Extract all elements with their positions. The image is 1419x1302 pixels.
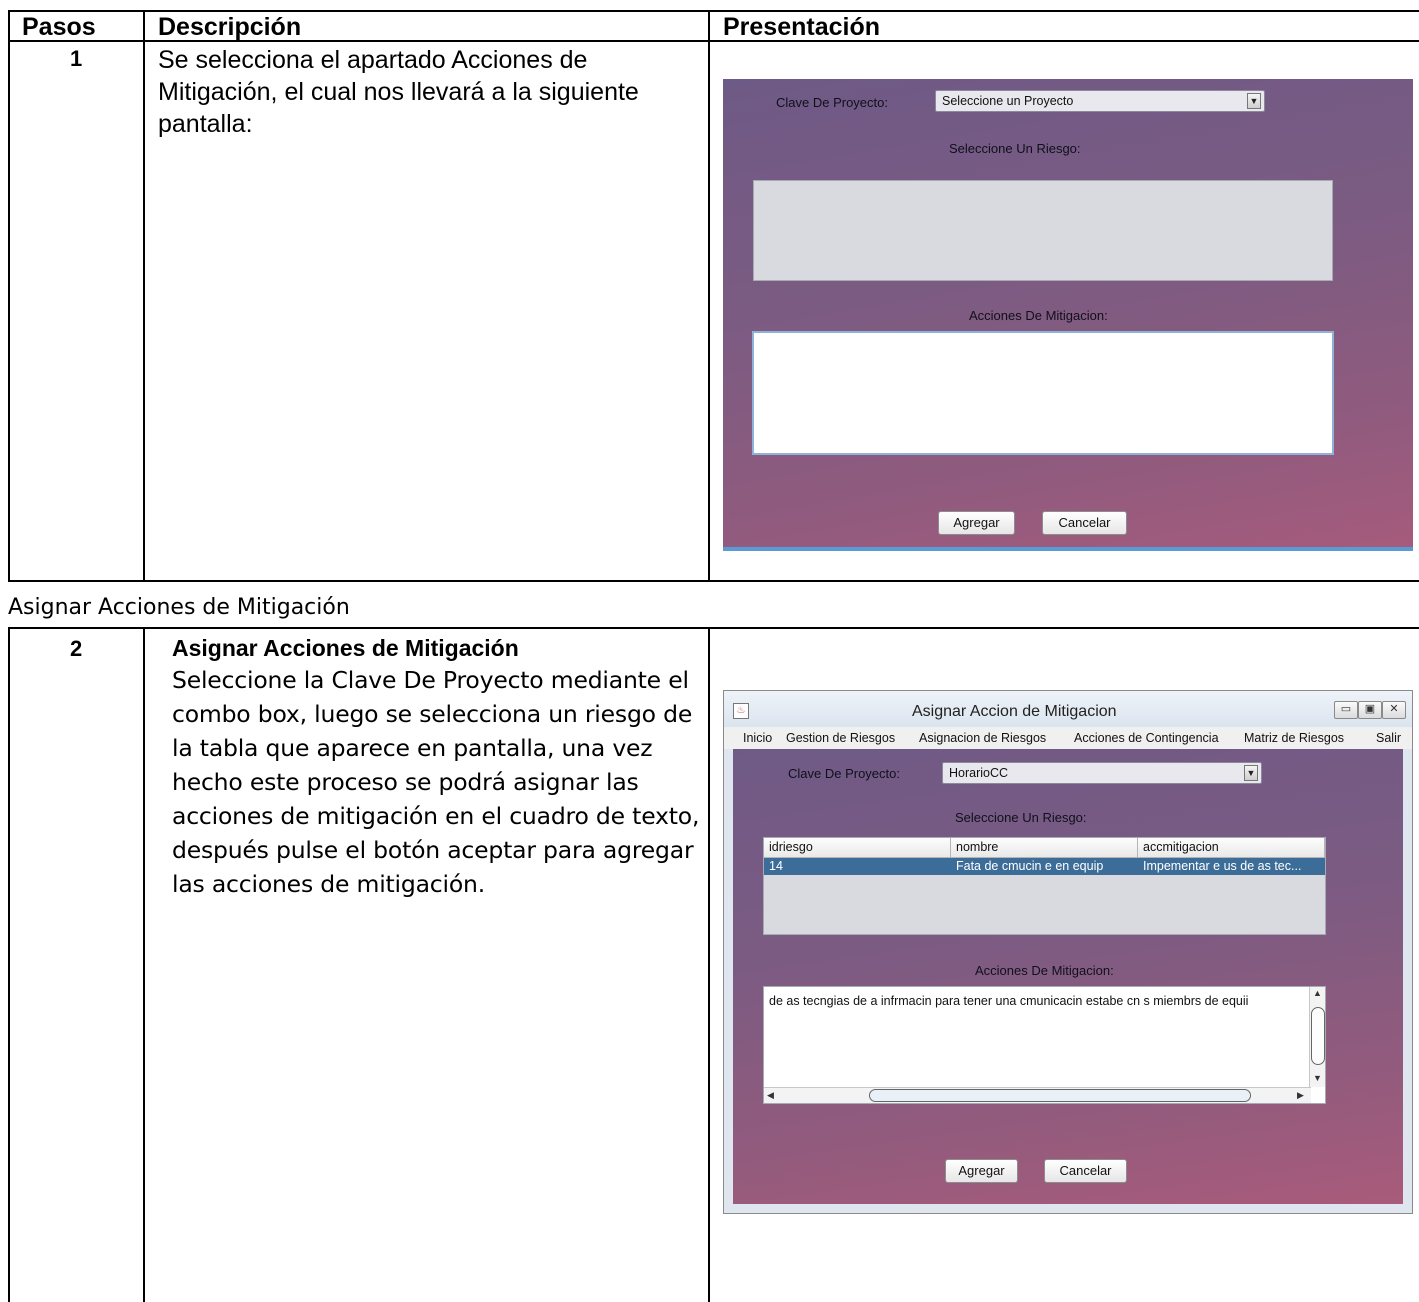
description-line: hecho este proceso se podrá asignar las — [172, 768, 639, 796]
description-line: Mitigación, el cual nos llevará a la sig… — [158, 78, 639, 106]
menu-bar: Inicio Gestion de Riesgos Asignacion de … — [724, 727, 1412, 749]
clave-proyecto-label: Clave De Proyecto: — [788, 766, 900, 781]
description-line: la tabla que aparece en pantalla, una ve… — [172, 734, 653, 762]
asignar-accion-window: ♨ Asignar Accion de Mitigacion ▭ ▣ ✕ Ini… — [723, 690, 1413, 1214]
window-content: Clave De Proyecto: HorarioCC ▼ Seleccion… — [733, 749, 1403, 1204]
header-pasos: Pasos — [22, 13, 96, 41]
table-row[interactable]: 14 Fata de cmucin e en equip Impementar … — [764, 858, 1325, 875]
selection-border — [723, 547, 1413, 551]
description-line: Seleccione la Clave De Proyecto mediante… — [172, 666, 689, 694]
textarea-text: de as tecngias de a infrmacin para tener… — [769, 994, 1249, 1008]
riesgos-table[interactable]: idriesgo nombre accmitigacion 14 Fata de… — [763, 837, 1326, 935]
table-left-border — [8, 10, 10, 582]
screenshot-acciones-mitigacion-empty: Clave De Proyecto: Seleccione un Proyect… — [723, 79, 1413, 551]
acciones-mitigacion-label: Acciones De Mitigacion: — [975, 963, 1114, 978]
column-header-idriesgo[interactable]: idriesgo — [764, 838, 951, 858]
seleccione-riesgo-label: Seleccione Un Riesgo: — [955, 810, 1087, 825]
window-titlebar[interactable]: ♨ Asignar Accion de Mitigacion ▭ ▣ ✕ — [724, 691, 1412, 727]
menu-salir[interactable]: Salir — [1376, 731, 1401, 745]
menu-acciones-contingencia[interactable]: Acciones de Contingencia — [1074, 731, 1219, 745]
description-line: las acciones de mitigación. — [172, 870, 485, 898]
vertical-scroll-thumb[interactable] — [1311, 1007, 1325, 1065]
combo-value: Seleccione un Proyecto — [942, 94, 1074, 108]
agregar-button[interactable]: Agregar — [945, 1159, 1018, 1183]
cell-nombre: Fata de cmucin e en equip — [956, 859, 1104, 873]
java-app-icon: ♨ — [733, 703, 749, 719]
minimize-icon[interactable]: ▭ — [1334, 701, 1358, 719]
close-icon[interactable]: ✕ — [1382, 701, 1406, 719]
menu-asignacion-riesgos[interactable]: Asignacion de Riesgos — [919, 731, 1046, 745]
proyecto-combo[interactable]: HorarioCC ▼ — [942, 762, 1262, 784]
seleccione-riesgo-label: Seleccione Un Riesgo: — [949, 141, 1081, 156]
horizontal-scroll-thumb[interactable] — [869, 1089, 1251, 1102]
proyecto-combo[interactable]: Seleccione un Proyecto ▼ — [935, 90, 1265, 112]
scroll-right-arrow-icon[interactable]: ▶ — [1297, 1090, 1304, 1101]
step-number: 1 — [70, 46, 83, 71]
scroll-up-arrow-icon[interactable]: ▲ — [1313, 988, 1322, 998]
acciones-textarea[interactable]: de as tecngias de a infrmacin para tener… — [763, 986, 1326, 1104]
header-presentacion: Presentación — [723, 13, 881, 41]
section-title: Asignar Acciones de Mitigación — [8, 595, 350, 620]
horizontal-scrollbar[interactable]: ◀ ▶ — [764, 1087, 1311, 1103]
window-title: Asignar Accion de Mitigacion — [912, 703, 1117, 720]
step-number: 2 — [70, 636, 83, 661]
description-line: pantalla: — [158, 110, 253, 138]
cell-idriesgo: 14 — [769, 859, 783, 873]
scroll-left-arrow-icon[interactable]: ◀ — [767, 1090, 774, 1101]
table-left-border-row2 — [8, 627, 10, 1302]
menu-gestion-riesgos[interactable]: Gestion de Riesgos — [786, 731, 895, 745]
description-line: después pulse el botón aceptar para agre… — [172, 836, 694, 864]
section-bottom-border — [8, 627, 1419, 629]
description-line: acciones de mitigación en el cuadro de t… — [172, 802, 700, 830]
description-line: Se selecciona el apartado Acciones de — [158, 46, 588, 74]
cancelar-button[interactable]: Cancelar — [1042, 511, 1127, 535]
menu-inicio[interactable]: Inicio — [743, 731, 772, 745]
cancelar-button[interactable]: Cancelar — [1044, 1159, 1127, 1183]
step-heading: Asignar Acciones de Mitigación — [172, 635, 519, 661]
document-page: Pasos Descripción Presentación 1 Se sele… — [0, 0, 1419, 1302]
vertical-scrollbar[interactable]: ▲ ▼ — [1309, 987, 1325, 1087]
step-description: Se selecciona el apartado Acciones de Mi… — [158, 44, 639, 140]
description-line: combo box, luego se selecciona un riesgo… — [172, 700, 693, 728]
step-description: Seleccione la Clave De Proyecto mediante… — [172, 663, 702, 901]
cell-accmitigacion: Impementar e us de as tec... — [1143, 859, 1302, 873]
chevron-down-icon[interactable]: ▼ — [1244, 765, 1258, 781]
column-header-accmitigacion[interactable]: accmitigacion — [1138, 838, 1325, 858]
riesgos-table-empty[interactable] — [753, 180, 1333, 281]
col-divider-1-row2 — [143, 627, 145, 1302]
table-top-border — [8, 10, 1419, 12]
column-header-nombre[interactable]: nombre — [951, 838, 1138, 858]
menu-matriz-riesgos[interactable]: Matriz de Riesgos — [1244, 731, 1344, 745]
col-divider-2-row2 — [708, 627, 710, 1302]
col-divider-1 — [143, 10, 145, 582]
col-divider-2 — [708, 10, 710, 582]
combo-value: HorarioCC — [949, 766, 1009, 780]
maximize-icon[interactable]: ▣ — [1358, 701, 1382, 719]
chevron-down-icon[interactable]: ▼ — [1247, 93, 1261, 109]
clave-proyecto-label: Clave De Proyecto: — [776, 95, 888, 110]
agregar-button[interactable]: Agregar — [938, 511, 1015, 535]
scroll-down-arrow-icon[interactable]: ▼ — [1313, 1073, 1322, 1083]
row1-bottom-border — [8, 580, 1419, 582]
acciones-mitigacion-label: Acciones De Mitigacion: — [969, 308, 1108, 323]
acciones-textarea[interactable] — [752, 331, 1334, 455]
header-descripcion: Descripción — [158, 13, 302, 41]
